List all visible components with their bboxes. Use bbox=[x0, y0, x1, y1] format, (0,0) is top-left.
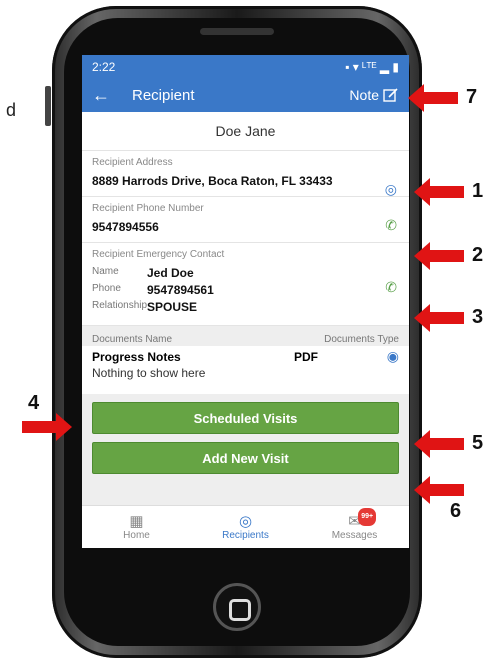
documents-name-header: Documents Name bbox=[92, 334, 173, 345]
callout-number: 1 bbox=[472, 180, 484, 202]
documents-header: Documents Name Documents Type bbox=[82, 326, 409, 346]
nav-home-label: Home bbox=[123, 529, 150, 541]
address-label: Recipient Address bbox=[92, 157, 173, 168]
address-value: 8889 Harrods Drive, Boca Raton, FL 33433 bbox=[92, 174, 333, 188]
callout-7: 7 bbox=[408, 83, 478, 112]
callout-number: 7 bbox=[466, 86, 478, 108]
callout-number: 4 bbox=[28, 392, 40, 414]
callout-5: 5 bbox=[414, 429, 484, 458]
call-emergency-icon[interactable]: ✆ bbox=[385, 279, 397, 296]
page-title: Recipient bbox=[132, 86, 195, 104]
phone-section: Recipient Phone Number 9547894556 ✆ bbox=[82, 197, 409, 243]
empty-state-text: Nothing to show here bbox=[92, 366, 206, 380]
emergency-name-key: Name bbox=[92, 266, 119, 277]
callout-arrow bbox=[22, 413, 72, 441]
eye-icon[interactable]: ◉ bbox=[387, 348, 399, 365]
callout-arrow bbox=[414, 429, 464, 458]
emergency-phone-key: Phone bbox=[92, 283, 121, 294]
callout-number: 6 bbox=[450, 500, 462, 522]
document-name: Progress Notes bbox=[92, 350, 181, 364]
app-screen: 2:22 ▪ ▾ ᴸᵀᴱ ▂ ▮ ← Recipient Note Doe Ja… bbox=[82, 55, 409, 548]
phone-value: 9547894556 bbox=[92, 220, 159, 234]
nav-recipients[interactable]: ◎ Recipients bbox=[191, 506, 300, 548]
emergency-name-value: Jed Doe bbox=[147, 266, 194, 280]
emergency-relationship-value: SPOUSE bbox=[147, 300, 198, 314]
nav-home[interactable]: ▦ Home bbox=[82, 506, 191, 548]
address-section: Recipient Address 8889 Harrods Drive, Bo… bbox=[82, 151, 409, 197]
callout-number: 2 bbox=[472, 244, 484, 266]
document-row[interactable]: Progress Notes PDF ◉ Nothing to show her… bbox=[82, 346, 409, 394]
app-bar: ← Recipient Note bbox=[82, 78, 409, 112]
volume-button bbox=[45, 86, 51, 126]
side-text: d bbox=[6, 100, 17, 120]
nav-messages[interactable]: ✉ 99+ Messages bbox=[300, 506, 409, 548]
status-time: 2:22 bbox=[92, 59, 116, 74]
callout-arrow bbox=[414, 241, 464, 270]
emergency-relationship-key: Relationship bbox=[92, 300, 148, 311]
callout-4: 4 bbox=[22, 392, 72, 441]
callout-2: 2 bbox=[414, 241, 484, 270]
callout-number: 3 bbox=[472, 306, 484, 328]
location-icon[interactable]: ◎ bbox=[385, 181, 397, 198]
add-new-visit-button[interactable]: Add New Visit bbox=[92, 442, 399, 474]
messages-icon: ✉ 99+ bbox=[348, 507, 377, 530]
phone-home-button[interactable] bbox=[213, 583, 261, 631]
back-arrow-icon[interactable]: ← bbox=[92, 85, 120, 106]
edit-note-icon bbox=[383, 88, 398, 102]
recipient-name: Doe Jane bbox=[82, 112, 409, 151]
status-icons: ▪ ▾ ᴸᵀᴱ ▂ ▮ bbox=[345, 59, 399, 74]
status-bar: 2:22 ▪ ▾ ᴸᵀᴱ ▂ ▮ bbox=[82, 55, 409, 78]
emergency-section: Recipient Emergency Contact Name Jed Doe … bbox=[82, 243, 409, 326]
note-label: Note bbox=[349, 87, 379, 103]
phone-label: Recipient Phone Number bbox=[92, 203, 204, 214]
nav-messages-label: Messages bbox=[331, 529, 378, 541]
emergency-label: Recipient Emergency Contact bbox=[92, 249, 225, 260]
document-type: PDF bbox=[294, 350, 318, 364]
note-button[interactable]: Note bbox=[349, 87, 399, 103]
callout-arrow bbox=[414, 303, 464, 332]
documents-type-header: Documents Type bbox=[324, 334, 399, 345]
phone-speaker bbox=[200, 28, 274, 35]
home-icon: ▦ bbox=[129, 512, 144, 530]
emergency-phone-value: 9547894561 bbox=[147, 283, 214, 297]
scheduled-visits-button[interactable]: Scheduled Visits bbox=[92, 402, 399, 434]
messages-badge: 99+ bbox=[358, 507, 377, 526]
call-phone-icon[interactable]: ✆ bbox=[385, 217, 397, 234]
callout-3: 3 bbox=[414, 303, 484, 332]
callout-arrow bbox=[414, 177, 464, 206]
callout-6: 6 bbox=[414, 476, 464, 523]
callout-1: 1 bbox=[414, 177, 484, 206]
callout-arrow bbox=[408, 83, 458, 112]
recipients-icon: ◎ bbox=[238, 512, 253, 530]
nav-recipients-label: Recipients bbox=[222, 529, 269, 541]
callout-arrow bbox=[414, 476, 464, 504]
bottom-navigation: ▦ Home ◎ Recipients ✉ 99+ Messages bbox=[82, 505, 409, 548]
callout-number: 5 bbox=[472, 432, 484, 454]
